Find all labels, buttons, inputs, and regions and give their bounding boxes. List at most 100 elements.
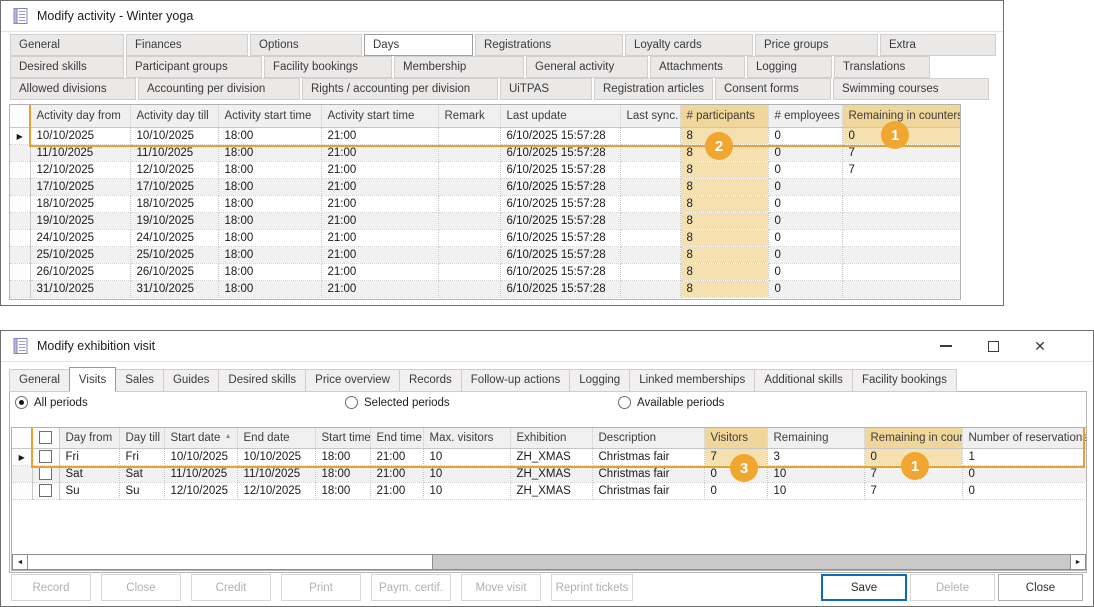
cell-remaining[interactable]: 10: [767, 482, 864, 499]
cell-activity-end-time[interactable]: 21:00: [321, 246, 438, 263]
cell-activity-start-time[interactable]: 18:00: [218, 195, 321, 212]
col-activity-start-time-2[interactable]: Activity start time: [321, 105, 438, 127]
cell-activity-end-time[interactable]: 21:00: [321, 127, 438, 144]
cell-employees[interactable]: 0: [768, 263, 842, 280]
row-selector-cell[interactable]: [10, 144, 30, 161]
cell-activity-day-from[interactable]: 19/10/2025: [30, 212, 130, 229]
bottom-tab-additional-skills[interactable]: Additional skills: [754, 369, 853, 392]
cell-remark[interactable]: [438, 195, 500, 212]
cell-employees[interactable]: 0: [768, 229, 842, 246]
col-employees[interactable]: # employees: [768, 105, 842, 127]
cell-activity-day-till[interactable]: 17/10/2025: [130, 178, 218, 195]
cell-last-update[interactable]: 6/10/2025 15:57:28: [500, 229, 620, 246]
top-tab-general[interactable]: General: [10, 34, 124, 56]
activity-day-row[interactable]: 17/10/2025 17/10/2025 18:00 21:00 6/10/2…: [10, 178, 960, 195]
cell-activity-end-time[interactable]: 21:00: [321, 178, 438, 195]
move-visit-button[interactable]: Move visit: [461, 574, 541, 601]
cell-max-visitors[interactable]: 10: [423, 465, 510, 482]
top-tab-allowed-divisions[interactable]: Allowed divisions: [10, 78, 136, 100]
top-tab-participant-groups[interactable]: Participant groups: [126, 56, 262, 78]
top-tab-rights-accounting-per-division[interactable]: Rights / accounting per division: [302, 78, 498, 100]
cell-participants[interactable]: 8: [680, 229, 768, 246]
delete-button[interactable]: Delete: [910, 574, 995, 601]
cell-activity-day-till[interactable]: 18/10/2025: [130, 195, 218, 212]
col-remaining-in-counters[interactable]: Remaining in counters: [864, 428, 962, 448]
activity-day-row[interactable]: 24/10/2025 24/10/2025 18:00 21:00 6/10/2…: [10, 229, 960, 246]
cell-remark[interactable]: [438, 229, 500, 246]
cell-activity-day-till[interactable]: 31/10/2025: [130, 280, 218, 297]
cell-remaining-in-counters[interactable]: [842, 229, 960, 246]
cell-activity-day-from[interactable]: 17/10/2025: [30, 178, 130, 195]
cell-remaining-in-counters[interactable]: 0: [842, 127, 960, 144]
cell-remaining[interactable]: 3: [767, 448, 864, 465]
cell-last-update[interactable]: 6/10/2025 15:57:28: [500, 178, 620, 195]
cell-employees[interactable]: 0: [768, 178, 842, 195]
cell-last-update[interactable]: 6/10/2025 15:57:28: [500, 246, 620, 263]
cell-exhibition[interactable]: ZH_XMAS: [510, 448, 592, 465]
cell-exhibition[interactable]: ZH_XMAS: [510, 482, 592, 499]
cell-remark[interactable]: [438, 144, 500, 161]
bottom-tab-records[interactable]: Records: [399, 369, 462, 392]
cell-employees[interactable]: 0: [768, 195, 842, 212]
cell-activity-day-from[interactable]: 31/10/2025: [30, 280, 130, 297]
top-tab-consent-forms[interactable]: Consent forms: [715, 78, 831, 100]
cell-employees[interactable]: 0: [768, 144, 842, 161]
visit-row[interactable]: Fri Fri 10/10/2025 10/10/2025 18:00 21:0…: [12, 448, 1086, 465]
col-activity-day-from[interactable]: Activity day from: [30, 105, 130, 127]
cell-day-from[interactable]: Su: [59, 482, 119, 499]
cell-remaining-in-counters[interactable]: [842, 178, 960, 195]
radio-selected-periods[interactable]: Selected periods: [345, 396, 450, 409]
cell-start-date[interactable]: 12/10/2025: [164, 482, 237, 499]
cell-last-sync[interactable]: [620, 246, 680, 263]
top-tab-options[interactable]: Options: [250, 34, 362, 56]
cell-last-update[interactable]: 6/10/2025 15:57:28: [500, 144, 620, 161]
cell-activity-day-from[interactable]: 26/10/2025: [30, 263, 130, 280]
activity-day-row[interactable]: 26/10/2025 26/10/2025 18:00 21:00 6/10/2…: [10, 263, 960, 280]
cell-end-date[interactable]: 11/10/2025: [237, 465, 315, 482]
cell-activity-start-time[interactable]: 18:00: [218, 144, 321, 161]
col-remaining[interactable]: Remaining: [767, 428, 864, 448]
cell-employees[interactable]: 0: [768, 212, 842, 229]
cell-visitors[interactable]: 7: [704, 448, 767, 465]
cell-employees[interactable]: 0: [768, 161, 842, 178]
cell-participants[interactable]: 8: [680, 144, 768, 161]
top-tab-general-activity[interactable]: General activity: [526, 56, 648, 78]
cell-end-time[interactable]: 21:00: [370, 482, 423, 499]
cell-activity-end-time[interactable]: 21:00: [321, 144, 438, 161]
top-tab-accounting-per-division[interactable]: Accounting per division: [138, 78, 300, 100]
row-selector-cell[interactable]: [10, 195, 30, 212]
cell-activity-start-time[interactable]: 18:00: [218, 263, 321, 280]
row-selector-cell[interactable]: [10, 161, 30, 178]
cell-activity-day-from[interactable]: 10/10/2025: [30, 127, 130, 144]
cell-last-sync[interactable]: [620, 127, 680, 144]
bottom-tab-facility-bookings[interactable]: Facility bookings: [852, 369, 957, 392]
cell-remaining-in-counters[interactable]: [842, 263, 960, 280]
cell-remaining-in-counters[interactable]: 7: [864, 482, 962, 499]
cell-last-sync[interactable]: [620, 144, 680, 161]
save-button[interactable]: Save: [821, 574, 907, 601]
cell-activity-day-till[interactable]: 24/10/2025: [130, 229, 218, 246]
col-activity-start-time-1[interactable]: Activity start time: [218, 105, 321, 127]
top-tab-uitpas[interactable]: UiTPAS: [500, 78, 592, 100]
cell-participants[interactable]: 8: [680, 212, 768, 229]
close-button[interactable]: Close: [998, 574, 1083, 601]
cell-activity-day-from[interactable]: 11/10/2025: [30, 144, 130, 161]
col-last-update[interactable]: Last update: [500, 105, 620, 127]
close-window-button[interactable]: ✕: [1024, 334, 1056, 358]
top-tab-registration-articles[interactable]: Registration articles: [594, 78, 713, 100]
top-tab-loyalty-cards[interactable]: Loyalty cards: [625, 34, 753, 56]
col-remark[interactable]: Remark: [438, 105, 500, 127]
top-tab-membership[interactable]: Membership: [394, 56, 524, 78]
cell-activity-end-time[interactable]: 21:00: [321, 229, 438, 246]
cell-number-of-reservations[interactable]: 0: [962, 482, 1086, 499]
cell-remark[interactable]: [438, 178, 500, 195]
cell-remaining-in-counters[interactable]: 0: [864, 448, 962, 465]
cell-activity-start-time[interactable]: 18:00: [218, 280, 321, 297]
cell-activity-day-till[interactable]: 12/10/2025: [130, 161, 218, 178]
row-checkbox-cell[interactable]: [32, 465, 59, 482]
top-tab-translations[interactable]: Translations: [834, 56, 930, 78]
cell-activity-end-time[interactable]: 21:00: [321, 263, 438, 280]
bottom-tab-desired-skills[interactable]: Desired skills: [218, 369, 306, 392]
cell-last-update[interactable]: 6/10/2025 15:57:28: [500, 280, 620, 297]
cell-remark[interactable]: [438, 161, 500, 178]
